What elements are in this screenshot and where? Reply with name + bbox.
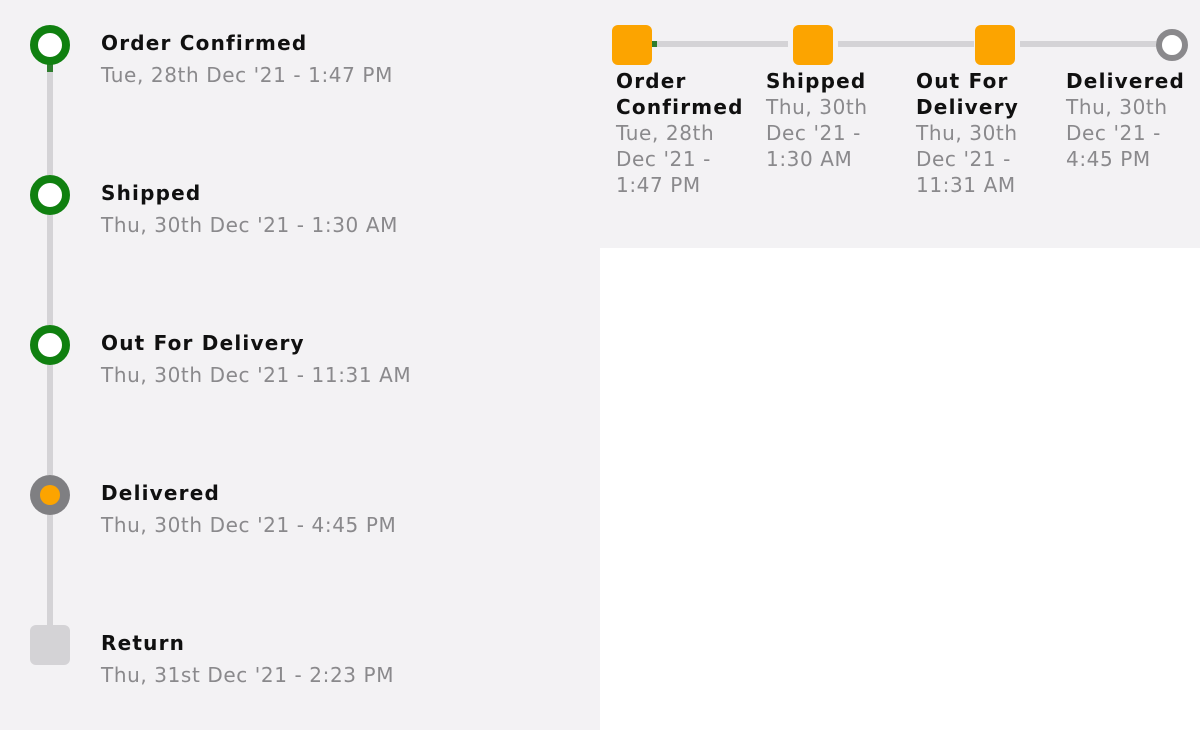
step-date: Thu, 30th Dec '21 - 11:31 AM — [916, 121, 1018, 197]
vertical-order-timeline: Order Confirmed Tue, 28th Dec '21 - 1:47… — [0, 0, 600, 730]
step-title: Delivered — [1066, 69, 1186, 93]
timeline-connector — [47, 364, 53, 475]
step-date-return: Thu, 31st Dec '21 - 2:23 PM — [101, 663, 395, 687]
step-date: Tue, 28th Dec '21 - 1:47 PM — [616, 121, 715, 197]
step-title-order-confirmed: Order Confirmed — [101, 31, 308, 55]
step-date-shipped: Thu, 30th Dec '21 - 1:30 AM — [101, 213, 398, 237]
connector-progress — [47, 64, 53, 72]
step-completed-icon — [30, 325, 70, 365]
stepper-step-delivered: Delivered Thu, 30th Dec '21 - 4:45 PM — [1066, 68, 1196, 172]
horizontal-order-stepper: Order Confirmed Tue, 28th Dec '21 - 1:47… — [600, 0, 1200, 248]
step-title: Out For Delivery — [916, 69, 1019, 119]
step-title: Shipped — [766, 69, 867, 93]
connector-progress — [652, 41, 657, 47]
step-date-delivered: Thu, 30th Dec '21 - 4:45 PM — [101, 513, 397, 537]
step-title-return: Return — [101, 631, 186, 655]
timeline-connector — [47, 64, 53, 175]
step-title-delivered: Delivered — [101, 481, 221, 505]
current-dot-icon — [40, 485, 60, 505]
step-completed-icon — [30, 25, 70, 65]
step-date: Thu, 30th Dec '21 - 1:30 AM — [766, 95, 868, 171]
step-pending-icon — [1156, 29, 1188, 61]
step-completed-icon — [612, 25, 652, 65]
stepper-connector — [838, 41, 974, 47]
step-date-order-confirmed: Tue, 28th Dec '21 - 1:47 PM — [101, 63, 393, 87]
step-title-shipped: Shipped — [101, 181, 202, 205]
stepper-connector — [1020, 41, 1156, 47]
timeline-connector — [47, 514, 53, 625]
stepper-step-shipped: Shipped Thu, 30th Dec '21 - 1:30 AM — [766, 68, 906, 172]
step-current-icon — [30, 475, 70, 515]
stepper-step-order-confirmed: Order Confirmed Tue, 28th Dec '21 - 1:47… — [616, 68, 756, 198]
timeline-connector — [47, 214, 53, 325]
step-completed-icon — [30, 175, 70, 215]
stepper-step-out-for-delivery: Out For Delivery Thu, 30th Dec '21 - 11:… — [916, 68, 1056, 198]
stepper-connector — [652, 41, 788, 47]
step-completed-icon — [793, 25, 833, 65]
step-title-out-for-delivery: Out For Delivery — [101, 331, 305, 355]
step-title: Order Confirmed — [616, 69, 744, 119]
step-pending-icon — [30, 625, 70, 665]
step-completed-icon — [975, 25, 1015, 65]
step-date-out-for-delivery: Thu, 30th Dec '21 - 11:31 AM — [101, 363, 412, 387]
step-date: Thu, 30th Dec '21 - 4:45 PM — [1066, 95, 1168, 171]
